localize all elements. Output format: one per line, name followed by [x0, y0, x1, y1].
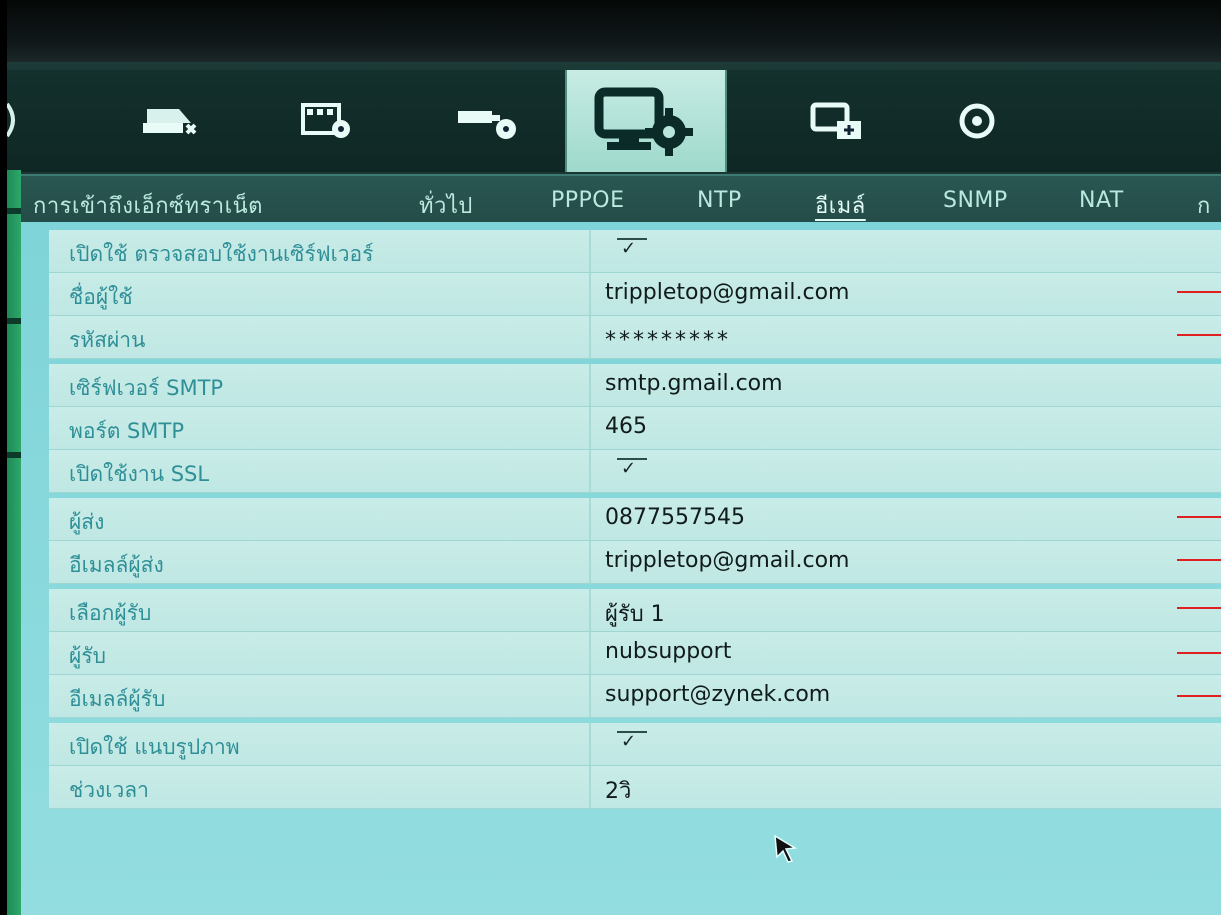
email-settings-panel: เปิดใช้ ตรวจสอบใช้งานเซิร์ฟเวอร์ ✓ ชื่อผ… — [21, 222, 1221, 915]
video-settings-icon — [301, 103, 350, 138]
tab-general[interactable]: ทั่วไป — [419, 188, 473, 223]
row-sender: ผู้ส่ง 0877557545 — [49, 498, 1221, 541]
smtp-port-field[interactable]: 465 — [605, 414, 647, 439]
tab-extranet-access[interactable]: การเข้าถึงเอ็กซ์ทราเน็ต — [33, 188, 263, 223]
annotation-mark — [1177, 516, 1221, 518]
tab-nat[interactable]: NAT — [1079, 188, 1124, 213]
row-enable-server-auth: เปิดใช้ ตรวจสอบใช้งานเซิร์ฟเวอร์ ✓ — [49, 230, 1221, 273]
tab-more[interactable]: ก — [1197, 188, 1211, 223]
screen: การเข้าถึงเอ็กซ์ทราเน็ต ทั่วไป PPPOE NTP… — [7, 62, 1221, 915]
select-recipient-label: เลือกผู้รับ — [69, 601, 152, 625]
enable-server-auth-checkbox[interactable]: ✓ — [617, 238, 647, 262]
username-field[interactable]: trippletop@gmail.com — [605, 280, 850, 305]
network-drive-icon — [143, 109, 197, 135]
tab-ntp[interactable]: NTP — [697, 188, 742, 213]
annotation-mark — [1177, 291, 1221, 293]
password-field[interactable]: ********* — [605, 328, 731, 353]
row-smtp-port: พอร์ต SMTP 465 — [49, 407, 1221, 450]
row-password: รหัสผ่าน ********* — [49, 316, 1221, 359]
menu-system-settings[interactable] — [565, 70, 727, 172]
recipient-field[interactable]: nubsupport — [605, 639, 731, 664]
annotation-mark — [1177, 559, 1221, 561]
partial-icon — [7, 102, 15, 138]
check-icon: ✓ — [621, 458, 637, 479]
row-recipient: ผู้รับ nubsupport — [49, 632, 1221, 675]
row-username: ชื่อผู้ใช้ trippletop@gmail.com — [49, 273, 1221, 316]
smtp-port-label: พอร์ต SMTP — [69, 419, 184, 443]
interval-field[interactable]: 2วิ — [605, 773, 631, 808]
select-recipient-dropdown[interactable]: ผู้รับ 1 — [605, 596, 665, 631]
menu-power[interactable] — [907, 70, 1047, 172]
tab-snmp[interactable]: SNMP — [943, 188, 1008, 213]
monitor-bezel-left — [0, 0, 7, 915]
mouse-cursor-icon — [774, 834, 798, 863]
system-settings-icon — [594, 87, 693, 156]
enable-ssl-label: เปิดใช้งาน SSL — [69, 462, 210, 486]
annotation-mark — [1177, 334, 1221, 336]
sender-field[interactable]: 0877557545 — [605, 505, 745, 530]
recipient-email-field[interactable]: support@zynek.com — [605, 682, 830, 707]
row-smtp-server: เซิร์ฟเวอร์ SMTP smtp.gmail.com — [49, 364, 1221, 407]
check-icon: ✓ — [621, 731, 637, 752]
row-select-recipient: เลือกผู้รับ ผู้รับ 1 — [49, 589, 1221, 632]
enable-attachment-checkbox[interactable]: ✓ — [617, 731, 647, 755]
enable-ssl-checkbox[interactable]: ✓ — [617, 458, 647, 482]
sender-email-label: อีเมลล์ผู้ส่ง — [69, 553, 164, 577]
main-menu-bar — [7, 70, 1221, 172]
email-settings-form: เปิดใช้ ตรวจสอบใช้งานเซิร์ฟเวอร์ ✓ ชื่อผ… — [49, 230, 1221, 809]
annotation-mark — [1177, 695, 1221, 697]
menu-network-drive[interactable] — [101, 70, 241, 172]
recipient-label: ผู้รับ — [69, 644, 106, 668]
check-icon: ✓ — [621, 238, 637, 259]
enable-server-auth-label: เปิดใช้ ตรวจสอบใช้งานเซิร์ฟเวอร์ — [69, 242, 374, 266]
left-side-panel — [7, 170, 21, 915]
row-sender-email: อีเมลล์ผู้ส่ง trippletop@gmail.com — [49, 541, 1221, 584]
sender-label: ผู้ส่ง — [69, 510, 105, 534]
menu-video-settings[interactable] — [257, 70, 397, 172]
power-icon — [959, 103, 995, 139]
menu-device-management[interactable] — [767, 70, 907, 172]
row-enable-ssl: เปิดใช้งาน SSL ✓ — [49, 450, 1221, 493]
smtp-server-field[interactable]: smtp.gmail.com — [605, 371, 783, 396]
password-label: รหัสผ่าน — [69, 328, 146, 352]
sender-email-field[interactable]: trippletop@gmail.com — [605, 548, 850, 573]
interval-label: ช่วงเวลา — [69, 778, 149, 802]
tab-bar: การเข้าถึงเอ็กซ์ทราเน็ต ทั่วไป PPPOE NTP… — [21, 174, 1221, 224]
enable-attachment-label: เปิดใช้ แนบรูปภาพ — [69, 735, 240, 759]
annotation-mark — [1177, 607, 1221, 609]
annotation-mark — [1177, 652, 1221, 654]
device-management-icon — [810, 102, 861, 139]
row-interval: ช่วงเวลา 2วิ — [49, 766, 1221, 809]
tab-email[interactable]: อีเมล์ — [815, 188, 866, 223]
username-label: ชื่อผู้ใช้ — [69, 285, 133, 309]
smtp-server-label: เซิร์ฟเวอร์ SMTP — [69, 376, 224, 400]
monitor-bezel-top — [0, 0, 1221, 62]
row-enable-attachment: เปิดใช้ แนบรูปภาพ ✓ — [49, 723, 1221, 766]
recipient-email-label: อีเมลล์ผู้รับ — [69, 687, 166, 711]
menu-camera-settings[interactable] — [417, 70, 557, 172]
tab-pppoe[interactable]: PPPOE — [551, 188, 625, 213]
camera-settings-icon — [458, 111, 516, 139]
row-recipient-email: อีเมลล์ผู้รับ support@zynek.com — [49, 675, 1221, 718]
